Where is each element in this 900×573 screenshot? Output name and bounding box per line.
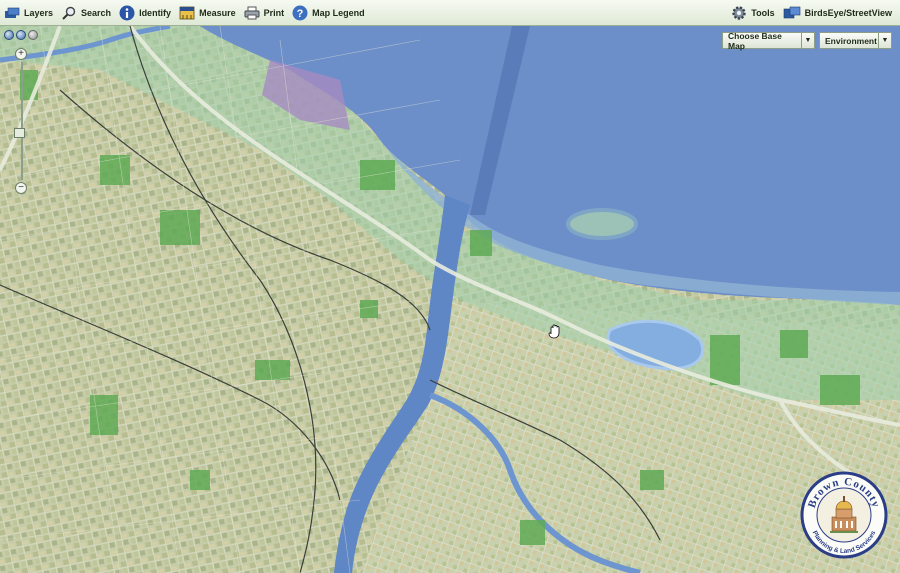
map-nav-buttons	[4, 30, 38, 40]
toolbar: Layers Search Identify Measure Print ? M…	[0, 0, 900, 26]
zoom-thumb[interactable]	[14, 128, 25, 138]
birdseye-streetview-label: BirdsEye/StreetView	[804, 7, 892, 18]
search-icon	[62, 6, 76, 20]
printer-icon	[244, 6, 260, 19]
map-selects: Choose Base Map ▼ Environment ▼	[722, 30, 892, 51]
info-icon	[119, 5, 135, 20]
windows-icon	[783, 6, 800, 18]
svg-text:?: ?	[297, 8, 304, 20]
map-legend-button[interactable]: ? Map Legend	[288, 0, 369, 26]
search-button[interactable]: Search	[57, 0, 115, 26]
zoom-in-button[interactable]: +	[15, 48, 27, 60]
chevron-down-icon: ▼	[801, 33, 814, 48]
base-map-select[interactable]: Choose Base Map ▼	[722, 30, 815, 51]
layers-icon	[5, 7, 20, 18]
print-button[interactable]: Print	[240, 0, 289, 26]
identify-label: Identify	[139, 7, 172, 18]
map-canvas[interactable]: Brown County Planning & Land Services	[0, 26, 900, 573]
birdseye-streetview-button[interactable]: BirdsEye/StreetView	[779, 0, 900, 26]
print-label: Print	[263, 7, 285, 18]
chevron-down-icon: ▼	[878, 33, 891, 48]
help-icon: ?	[292, 5, 308, 20]
island	[566, 208, 638, 240]
measure-button[interactable]: Measure	[175, 0, 240, 26]
search-label: Search	[81, 7, 112, 18]
layers-button[interactable]: Layers	[0, 0, 57, 26]
measure-label: Measure	[199, 7, 236, 18]
zoom-out-button[interactable]: −	[15, 182, 27, 194]
base-map-label: Choose Base Map	[728, 30, 782, 51]
previous-extent-button[interactable]	[4, 30, 14, 40]
toolbar-right: Tools BirdsEye/StreetView	[727, 0, 900, 26]
identify-button[interactable]: Identify	[115, 0, 175, 26]
brown-county-logo: Brown County Planning & Land Services	[800, 471, 888, 559]
gear-icon	[732, 5, 746, 20]
next-extent-button[interactable]	[28, 30, 38, 40]
layers-label: Layers	[24, 7, 54, 18]
full-extent-button[interactable]	[16, 30, 26, 40]
zoom-slider[interactable]: + −	[14, 48, 29, 194]
tools-button[interactable]: Tools	[727, 0, 778, 26]
environment-select[interactable]: Environment ▼	[819, 32, 892, 49]
zoom-track[interactable]	[21, 62, 23, 180]
environment-label: Environment	[825, 35, 877, 46]
map-legend-label: Map Legend	[312, 7, 365, 18]
ruler-icon	[179, 6, 195, 19]
tools-label: Tools	[751, 7, 775, 18]
